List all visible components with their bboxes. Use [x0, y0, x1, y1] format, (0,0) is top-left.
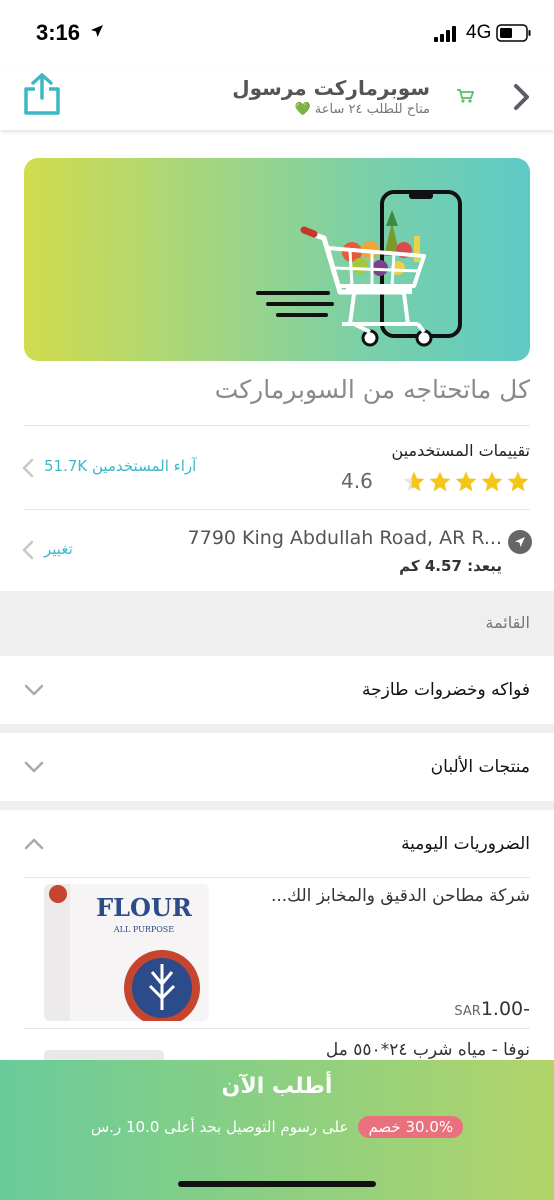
- store-tagline: كل ماتحتاجه من السوبرماركت: [214, 375, 530, 404]
- divider: [24, 509, 530, 510]
- cart-logo-icon: [457, 89, 474, 103]
- shopping-cart-illustration: [256, 190, 462, 347]
- category-label: فواكه وخضروات طازجة: [362, 680, 530, 700]
- ratings-title: تقييمات المستخدمين: [391, 441, 530, 460]
- rating-stars: [402, 470, 530, 494]
- menu-title: القائمة: [485, 613, 530, 632]
- delivery-promo: 30.0% خصم على رسوم التوصيل بحد أعلى 10.0…: [0, 1116, 554, 1138]
- delivery-address: 7790 King Abdullah Road, AR R...: [187, 527, 502, 549]
- rating-value: 4.6: [341, 469, 373, 493]
- network-type: 4G: [466, 22, 492, 43]
- signal-icon: [434, 26, 456, 42]
- store-name: سوبرماركت مرسول: [232, 76, 430, 100]
- chevron-up-icon: [24, 838, 44, 850]
- store-header: سوبرماركت مرسول متاح للطلب ٢٤ ساعة 💚: [0, 66, 554, 130]
- star-icon: [455, 471, 477, 492]
- product-price: SAR1.00-: [454, 998, 530, 1020]
- user-reviews-link[interactable]: آراء المستخدمين 51.7K: [44, 457, 196, 475]
- chevron-down-icon: [24, 684, 44, 696]
- menu-section-header: القائمة: [0, 591, 554, 656]
- divider: [24, 877, 530, 878]
- product-name[interactable]: نوفا - مياه شرب ٢٤*٥٥٠ مل: [326, 1040, 530, 1060]
- category-label: منتجات الألبان: [430, 757, 530, 777]
- chevron-left-icon[interactable]: [22, 458, 34, 478]
- category-fruits-vegetables[interactable]: فواكه وخضروات طازجة: [0, 656, 554, 724]
- star-icon: [481, 471, 503, 492]
- distance: يبعد: 4.57 كم: [399, 557, 502, 575]
- flour-package-image: FLOUR ALL PURPOSE: [44, 884, 209, 1021]
- status-bar: 3:16 4G: [0, 0, 554, 66]
- change-address-link[interactable]: تغيير: [44, 540, 73, 558]
- category-daily-essentials[interactable]: الضروريات اليومية: [0, 810, 554, 878]
- chevron-left-icon[interactable]: [22, 540, 34, 560]
- flour-sublabel: ALL PURPOSE: [113, 925, 174, 934]
- product-image[interactable]: FLOUR ALL PURPOSE: [44, 884, 209, 1021]
- battery-icon: [496, 24, 531, 42]
- section-separator: [0, 724, 554, 733]
- category-label: الضروريات اليومية: [401, 834, 530, 854]
- share-icon[interactable]: [22, 72, 62, 116]
- category-dairy[interactable]: منتجات الألبان: [0, 733, 554, 801]
- store-availability: متاح للطلب ٢٤ ساعة 💚: [294, 102, 430, 117]
- price-value: 1.00-: [480, 998, 530, 1020]
- home-indicator[interactable]: [178, 1181, 376, 1187]
- star-icon: [429, 471, 451, 492]
- flour-label: FLOUR: [96, 893, 193, 922]
- star-icon: [507, 471, 529, 492]
- discount-badge: 30.0% خصم: [358, 1116, 464, 1138]
- divider: [24, 1028, 530, 1029]
- navigation-icon: [508, 530, 532, 554]
- status-time: 3:16: [36, 20, 81, 45]
- currency: SAR: [454, 1004, 481, 1019]
- order-now-button[interactable]: أطلب الآن: [0, 1074, 554, 1099]
- star-icon: [403, 471, 425, 492]
- chevron-right-icon[interactable]: [512, 82, 532, 112]
- store-banner: [24, 158, 530, 361]
- product-name[interactable]: شركة مطاحن الدقيق والمخابز الك...: [240, 886, 530, 906]
- divider: [24, 425, 530, 426]
- chevron-down-icon: [24, 761, 44, 773]
- discount-text: على رسوم التوصيل بحد أعلى 10.0 ر.س: [90, 1118, 349, 1136]
- section-separator: [0, 801, 554, 810]
- order-now-bar[interactable]: أطلب الآن 30.0% خصم على رسوم التوصيل بحد…: [0, 1060, 554, 1200]
- location-arrow-icon: [91, 25, 103, 37]
